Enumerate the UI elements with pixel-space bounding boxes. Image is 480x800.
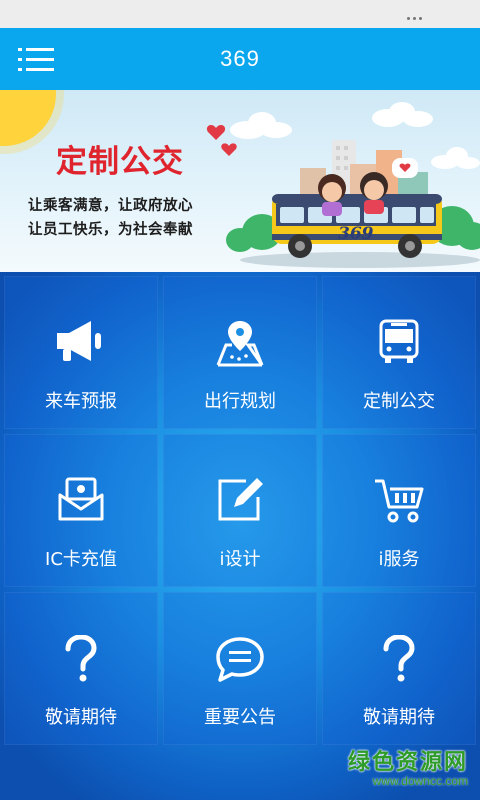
envelope-card-icon bbox=[58, 477, 104, 521]
tile-important-notices[interactable]: 重要公告 bbox=[163, 592, 317, 745]
question-icon bbox=[383, 635, 415, 682]
page-title: 369 bbox=[220, 46, 260, 71]
tile-label: 来车预报 bbox=[45, 391, 117, 412]
tile-arrival-forecast[interactable]: 来车预报 bbox=[4, 276, 158, 429]
banner-slogan-line-1: 让乘客满意，让政府放心 bbox=[28, 198, 193, 214]
tile-label: 出行规划 bbox=[204, 391, 276, 412]
tile-custom-bus[interactable]: 定制公交 bbox=[322, 276, 476, 429]
app-bar: 369 bbox=[0, 28, 480, 90]
tile-label: 敬请期待 bbox=[45, 707, 117, 728]
tile-label: 敬请期待 bbox=[363, 707, 435, 728]
feature-grid: 来车预报 出行规划 定制公交 IC卡充值 i设计 i服务 敬请期待 重要公告 敬… bbox=[0, 272, 480, 800]
tile-coming-soon-1[interactable]: 敬请期待 bbox=[4, 592, 158, 745]
banner-slogan-line-2: 让员工快乐，为社会奉献 bbox=[28, 222, 193, 238]
question-icon bbox=[65, 635, 97, 682]
tile-label: 重要公告 bbox=[204, 707, 276, 728]
tile-label: i设计 bbox=[219, 549, 261, 570]
chat-bubble-icon bbox=[216, 637, 264, 682]
watermark-url: www.downcc.com bbox=[372, 774, 468, 788]
tile-i-design[interactable]: i设计 bbox=[163, 434, 317, 587]
megaphone-icon bbox=[57, 321, 101, 361]
status-dots bbox=[407, 17, 422, 20]
edit-icon bbox=[218, 478, 263, 521]
watermark-name: 绿色资源网 bbox=[347, 750, 468, 775]
tile-label: IC卡充值 bbox=[45, 549, 117, 570]
tile-i-service[interactable]: i服务 bbox=[322, 434, 476, 587]
bus-icon bbox=[379, 319, 419, 363]
tile-coming-soon-2[interactable]: 敬请期待 bbox=[322, 592, 476, 745]
status-bar bbox=[0, 0, 480, 28]
cart-icon bbox=[375, 479, 424, 523]
banner-title: 定制公交 bbox=[56, 144, 184, 180]
tile-ic-card-recharge[interactable]: IC卡充值 bbox=[4, 434, 158, 587]
promo-banner[interactable]: 定制公交 让乘客满意，让政府放心 让员工快乐，为社会奉献 369 bbox=[0, 90, 480, 272]
map-pin-icon bbox=[216, 321, 264, 367]
tile-label: 定制公交 bbox=[363, 391, 435, 412]
bus-number-text: 369 bbox=[338, 224, 374, 244]
watermark: 绿色资源网 www.downcc.com bbox=[348, 744, 468, 788]
tile-trip-planning[interactable]: 出行规划 bbox=[163, 276, 317, 429]
banner-illustration bbox=[0, 90, 480, 268]
tile-label: i服务 bbox=[378, 549, 420, 570]
